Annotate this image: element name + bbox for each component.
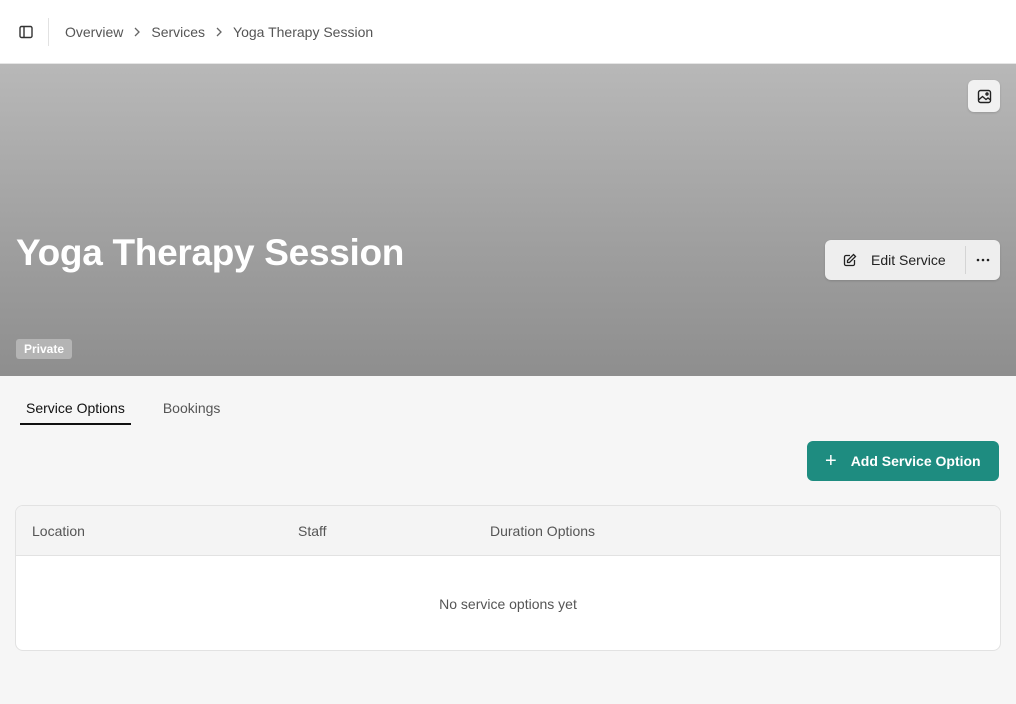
top-bar: Overview Services Yoga Therapy Session [0,0,1016,64]
plus-icon: + [825,450,837,472]
edit-service-button[interactable]: Edit Service [825,240,965,280]
empty-state-message: No service options yet [439,595,577,612]
breadcrumb-current: Yoga Therapy Session [233,23,374,40]
add-service-option-label: Add Service Option [850,453,981,469]
column-header-staff: Staff [298,523,327,539]
tab-service-options[interactable]: Service Options [20,392,131,425]
tab-bookings[interactable]: Bookings [157,392,227,425]
sidebar-toggle-icon[interactable] [16,22,36,42]
add-service-option-button[interactable]: + Add Service Option [807,441,999,481]
edit-service-label: Edit Service [871,252,946,268]
more-options-button[interactable] [966,240,1000,280]
breadcrumb: Overview Services Yoga Therapy Session [65,24,373,40]
column-header-location: Location [32,523,85,539]
breadcrumb-overview[interactable]: Overview [65,24,123,40]
page-title: Yoga Therapy Session [16,232,405,273]
service-options-table: Location Staff Duration Options No servi… [15,505,1001,651]
edit-icon [843,253,857,267]
chevron-right-icon [215,27,223,37]
more-horizontal-icon [976,258,990,262]
column-header-duration-options: Duration Options [490,523,596,539]
breadcrumb-services[interactable]: Services [151,24,205,40]
hero-actions: Edit Service [825,240,1000,280]
image-icon [977,89,992,104]
visibility-badge: Private [16,339,73,359]
tab-bar: Service Options Bookings [20,392,252,426]
table-header: Location Staff Duration Options [16,506,1000,556]
change-image-button[interactable] [968,80,1000,112]
hero-banner [0,64,1016,376]
chevron-right-icon [133,27,141,37]
topbar-divider [48,17,49,46]
